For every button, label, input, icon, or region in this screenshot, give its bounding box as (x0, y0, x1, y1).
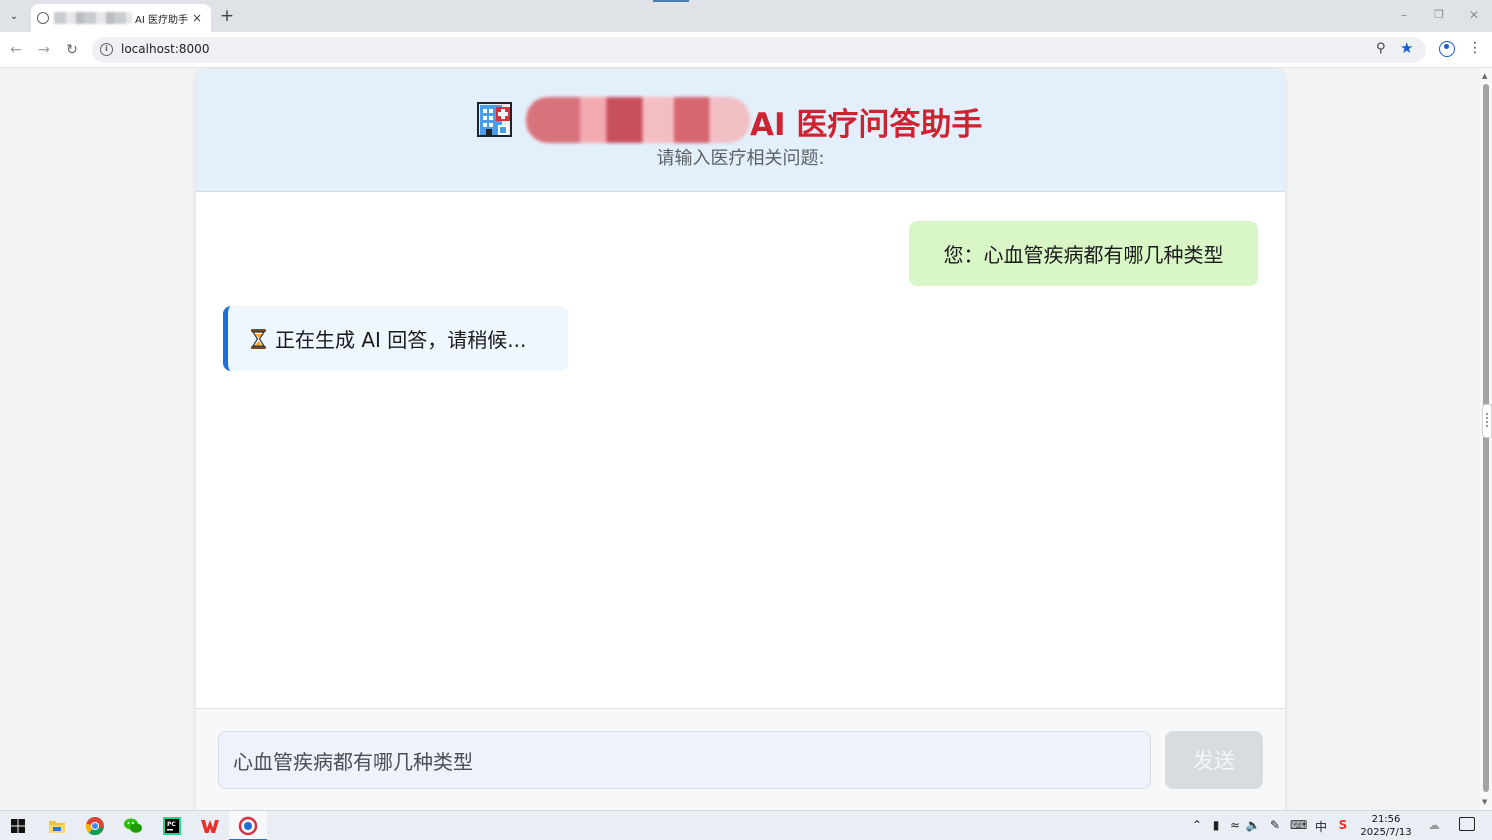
ime-indicator[interactable]: 中 (1313, 818, 1329, 835)
question-input[interactable] (218, 731, 1151, 789)
minimize-icon[interactable]: – (1396, 8, 1412, 22)
menu-kebab-icon[interactable]: ⋮ (1468, 40, 1482, 56)
volume-icon[interactable]: 🔈 (1245, 818, 1261, 832)
send-button[interactable]: 发送 (1165, 731, 1263, 789)
back-icon[interactable]: ← (6, 40, 26, 60)
page-viewport: AI 医疗问答助手 请输入医疗相关问题: 您：心血管疾病都有哪几种类型 正在生成… (0, 68, 1480, 810)
browser-tab-strip: ⌄ AI 医疗助手 × + – ❐ ✕ (0, 0, 1492, 32)
taskbar: PC ⌃ ▮ ≈ 🔈 ✎ ⌨ 中 S 21:56 2025/7/13 ☁ (0, 810, 1492, 840)
restore-icon[interactable]: ❐ (1431, 8, 1447, 21)
bookmark-star-icon[interactable]: ★ (1400, 39, 1413, 57)
forward-icon[interactable]: → (34, 40, 54, 60)
profile-icon[interactable] (1439, 41, 1455, 57)
scroll-up-icon[interactable]: ▲ (1482, 72, 1487, 80)
notification-center-icon[interactable] (1459, 817, 1475, 831)
user-message: 您：心血管疾病都有哪几种类型 (909, 221, 1258, 286)
new-tab-button[interactable]: + (218, 7, 236, 25)
pycharm-icon[interactable]: PC (162, 816, 182, 836)
taskbar-active-app[interactable] (229, 811, 267, 840)
redacted-title-text (526, 97, 750, 143)
scroll-thumb[interactable] (1483, 84, 1489, 792)
chat-card: AI 医疗问答助手 请输入医疗相关问题: 您：心血管疾病都有哪几种类型 正在生成… (196, 69, 1285, 810)
taskbar-clock[interactable]: 21:56 2025/7/13 (1360, 813, 1412, 839)
keyboard-icon[interactable]: ⌨ (1290, 818, 1307, 832)
clock-date: 2025/7/13 (1360, 827, 1412, 838)
chrome-icon[interactable] (85, 816, 105, 836)
tab-title: AI 医疗助手 (135, 14, 188, 26)
ai-message-text: 正在生成 AI 回答，请稍候... (275, 328, 527, 352)
battery-icon[interactable]: ▮ (1208, 818, 1224, 832)
zoom-icon[interactable]: ⚲ (1376, 41, 1386, 56)
pen-icon[interactable]: ✎ (1267, 818, 1283, 832)
page-scrollbar[interactable]: ▲ ▼ (1480, 68, 1492, 810)
input-bar: 发送 (196, 708, 1285, 810)
page-subtitle: 请输入医疗相关问题: (656, 148, 825, 169)
close-window-icon[interactable]: ✕ (1466, 8, 1482, 22)
tab-search-icon[interactable]: ⌄ (4, 6, 24, 26)
browser-tab-active[interactable]: AI 医疗助手 × (31, 4, 211, 32)
chat-header: AI 医疗问答助手 请输入医疗相关问题: (196, 69, 1285, 192)
sogou-input-icon[interactable]: S (1335, 818, 1351, 832)
side-panel-handle[interactable] (1482, 404, 1492, 438)
tray-overflow-icon[interactable]: ⌃ (1189, 818, 1205, 832)
windows-start-icon[interactable] (8, 816, 28, 836)
browser-toolbar: ← → ↻ i localhost:8000 ⚲ ★ ⋮ (0, 32, 1492, 68)
drag-indicator (653, 0, 689, 2)
page-title: AI 医疗问答助手 (750, 107, 983, 143)
redacted-tab-title (54, 12, 132, 24)
hourglass-icon (251, 328, 266, 349)
tab-close-icon[interactable]: × (189, 11, 205, 25)
chat-messages: 您：心血管疾病都有哪几种类型 正在生成 AI 回答，请稍候... (196, 193, 1285, 708)
wechat-icon[interactable] (123, 816, 143, 836)
site-info-icon[interactable]: i (100, 43, 113, 56)
user-message-text: 您：心血管疾病都有哪几种类型 (943, 243, 1224, 267)
ai-message: 正在生成 AI 回答，请稍候... (223, 306, 568, 371)
medical-app-icon (238, 816, 258, 836)
hospital-icon (477, 102, 512, 137)
reload-icon[interactable]: ↻ (62, 40, 82, 60)
wifi-icon[interactable]: ≈ (1227, 818, 1243, 832)
svg-text:PC: PC (167, 821, 176, 828)
clock-time: 21:56 (1371, 814, 1401, 825)
file-explorer-icon[interactable] (47, 816, 67, 836)
focus-assist-icon[interactable]: ☁ (1426, 818, 1442, 832)
address-bar[interactable]: i localhost:8000 ⚲ ★ (92, 37, 1426, 63)
url-text[interactable]: localhost:8000 (121, 42, 209, 56)
globe-icon (37, 12, 49, 24)
scroll-down-icon[interactable]: ▼ (1482, 798, 1487, 806)
wps-office-icon[interactable] (200, 816, 220, 836)
